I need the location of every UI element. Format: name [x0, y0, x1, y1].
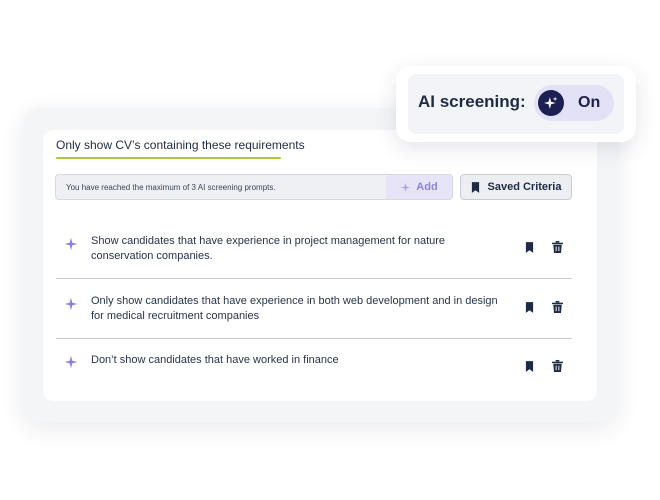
- sparkle-icon: [64, 237, 78, 251]
- trash-icon[interactable]: [552, 360, 563, 372]
- trash-icon[interactable]: [552, 301, 563, 313]
- add-button-label: Add: [416, 181, 438, 193]
- bookmark-icon[interactable]: [525, 361, 534, 372]
- saved-criteria-label: Saved Criteria: [487, 181, 562, 193]
- add-button[interactable]: Add: [386, 175, 452, 199]
- row-divider: [56, 278, 572, 279]
- trash-icon[interactable]: [552, 241, 563, 253]
- list-item: Only show candidates that have experienc…: [56, 294, 572, 334]
- tab-active-underline: [56, 157, 281, 159]
- criteria-text: Show candidates that have experience in …: [91, 235, 446, 262]
- bookmark-icon: [471, 181, 479, 193]
- ai-screening-label: AI screening:: [418, 92, 526, 111]
- saved-criteria-button[interactable]: Saved Criteria: [460, 174, 572, 200]
- sparkle-icon: [401, 182, 411, 192]
- prompt-input-group: Add: [55, 174, 453, 200]
- sparkle-icon: [64, 355, 78, 369]
- toggle-state-label: On: [578, 94, 601, 111]
- row-divider: [56, 338, 572, 339]
- list-item: Show candidates that have experience in …: [56, 234, 572, 274]
- sparkle-icon: [64, 297, 78, 311]
- prompt-input[interactable]: [56, 175, 386, 199]
- bookmark-icon[interactable]: [525, 302, 534, 313]
- sparkle-icon: [544, 96, 558, 109]
- criteria-text: Don’t show candidates that have worked i…: [91, 354, 339, 366]
- toggle-knob: [538, 90, 564, 116]
- list-item: Don’t show candidates that have worked i…: [56, 353, 572, 383]
- bookmark-icon[interactable]: [525, 242, 534, 253]
- ai-screening-toggle[interactable]: On: [534, 85, 614, 121]
- criteria-text: Only show candidates that have experienc…: [91, 295, 498, 322]
